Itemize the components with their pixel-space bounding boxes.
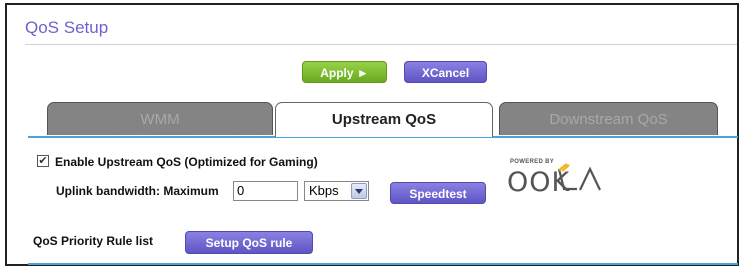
cancel-button[interactable]: XCancel [404, 61, 487, 83]
tab-downstream-qos[interactable]: Downstream QoS [499, 102, 718, 135]
qos-priority-rule-list-label: QoS Priority Rule list [33, 234, 154, 248]
tab-wmm[interactable]: WMM [47, 102, 273, 135]
title-divider [25, 44, 737, 45]
enable-upstream-qos-checkbox[interactable]: ✔ [37, 155, 49, 167]
bandwidth-unit-value: Kbps [309, 183, 339, 198]
speedtest-button[interactable]: Speedtest [390, 182, 486, 204]
uplink-bandwidth-label: Uplink bandwidth: Maximum [56, 184, 219, 198]
bandwidth-unit-select[interactable]: Kbps [304, 181, 369, 201]
chevron-down-icon[interactable] [351, 183, 367, 199]
apply-button[interactable]: Apply ► [302, 61, 387, 83]
uplink-bandwidth-input[interactable]: 0 [233, 181, 298, 201]
page-title: QoS Setup [25, 18, 109, 37]
enable-upstream-qos-label: Enable Upstream QoS (Optimized for Gamin… [55, 155, 318, 169]
bottom-divider [28, 263, 738, 265]
tab-upstream-qos[interactable]: Upstream QoS [275, 102, 493, 137]
ookla-logo: OOK [507, 163, 601, 195]
qos-setup-panel: QoS Setup Apply ► XCancel WMM Upstream Q… [5, 3, 739, 266]
setup-qos-rule-button[interactable]: Setup QoS rule [185, 231, 313, 254]
